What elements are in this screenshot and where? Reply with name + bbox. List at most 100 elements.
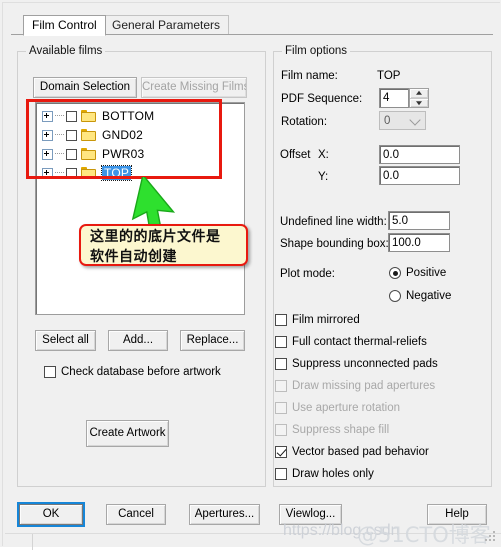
film-mirrored-label: Film mirrored (292, 314, 360, 326)
offset-x-label: X: (318, 149, 329, 161)
tree-item-label: GND02 (102, 128, 144, 142)
tree-connector-icon (55, 172, 64, 174)
shape-bounding-box-label: Shape bounding box: (280, 238, 389, 250)
viewlog-button[interactable]: Viewlog... (279, 504, 342, 525)
vector-based-pad-behavior-checkbox[interactable] (275, 446, 287, 458)
vector-based-pad-behavior-row[interactable]: Vector based pad behavior (275, 444, 429, 460)
tree-item-pwr03[interactable]: PWR03 (42, 145, 144, 163)
folder-icon (81, 148, 96, 160)
pdf-sequence-label: PDF Sequence: (281, 93, 363, 105)
rotation-label: Rotation: (281, 116, 328, 128)
folder-icon (81, 167, 96, 179)
plot-mode-positive-radio[interactable] (389, 267, 401, 279)
film-name-value: TOP (377, 70, 401, 82)
draw-missing-pad-apertures-checkbox (275, 380, 287, 392)
tree-item-checkbox[interactable] (66, 129, 77, 141)
tree-item-top[interactable]: TOP (42, 164, 133, 182)
expand-plus-icon[interactable] (42, 110, 53, 122)
use-aperture-rotation-checkbox (275, 402, 287, 414)
film-options-title: Film options (282, 45, 350, 57)
spinner-up-button[interactable] (410, 89, 428, 99)
chevron-down-icon (409, 114, 421, 126)
replace-button[interactable]: Replace... (180, 330, 245, 351)
folder-icon (81, 110, 96, 122)
annotation-callout: 这里的的底片文件是 软件自动创建 (79, 224, 248, 266)
film-mirrored-checkbox[interactable] (275, 314, 287, 326)
draw-holes-only-row[interactable]: Draw holes only (275, 466, 374, 482)
suppress-unconnected-pads-row[interactable]: Suppress unconnected pads (275, 356, 438, 372)
check-database-checkbox[interactable] (44, 366, 56, 378)
create-artwork-button[interactable]: Create Artwork (86, 420, 169, 447)
plot-mode-positive-label: Positive (406, 267, 447, 279)
annotation-callout-line1: 这里的的底片文件是 (90, 229, 221, 245)
add-button[interactable]: Add... (108, 330, 168, 351)
tree-connector-icon (55, 153, 64, 155)
tab-film-control[interactable]: Film Control (23, 15, 106, 36)
draw-missing-pad-apertures-label: Draw missing pad apertures (292, 380, 436, 392)
help-button[interactable]: Help (427, 504, 487, 525)
draw-holes-only-checkbox[interactable] (275, 468, 287, 480)
plot-mode-positive-radio-row[interactable]: Positive (389, 265, 446, 281)
select-all-button[interactable]: Select all (35, 330, 96, 351)
suppress-shape-fill-checkbox (275, 424, 287, 436)
draw-holes-only-label: Draw holes only (292, 468, 374, 480)
full-contact-thermal-reliefs-row[interactable]: Full contact thermal-reliefs (275, 334, 427, 350)
pdf-sequence-input[interactable]: 4 (379, 88, 409, 108)
draw-missing-pad-apertures-row: Draw missing pad apertures (275, 378, 435, 394)
arrow-down-icon (416, 100, 422, 105)
vector-based-pad-behavior-label: Vector based pad behavior (292, 446, 429, 458)
undefined-line-width-label: Undefined line width: (280, 216, 387, 228)
tree-connector-icon (55, 115, 64, 117)
domain-selection-button[interactable]: Domain Selection (33, 77, 137, 98)
use-aperture-rotation-row: Use aperture rotation (275, 400, 400, 416)
tab-strip: General Parameters Film Control (11, 15, 493, 36)
tab-general-parameters[interactable]: General Parameters (103, 15, 230, 35)
available-films-title: Available films (26, 45, 106, 57)
plot-mode-negative-radio-row[interactable]: Negative (389, 288, 451, 304)
footer-divider (5, 533, 501, 534)
spinner-down-button[interactable] (410, 99, 428, 108)
resize-grip-icon[interactable] (485, 531, 497, 543)
tree-item-label: BOTTOM (102, 109, 155, 123)
film-control-dialog: General Parameters Film Control Availabl… (0, 0, 501, 550)
tree-item-gnd02[interactable]: GND02 (42, 126, 143, 144)
suppress-shape-fill-row: Suppress shape fill (275, 422, 389, 438)
suppress-shape-fill-label: Suppress shape fill (292, 424, 390, 436)
shape-bounding-box-input[interactable]: 100.0 (388, 233, 450, 252)
offset-x-input[interactable]: 0.0 (379, 145, 460, 164)
tree-item-checkbox[interactable] (66, 167, 77, 179)
tree-item-checkbox[interactable] (66, 148, 77, 160)
expand-plus-icon[interactable] (42, 167, 53, 179)
undefined-line-width-input[interactable]: 5.0 (388, 211, 450, 230)
plot-mode-label: Plot mode: (280, 268, 335, 280)
expand-plus-icon[interactable] (42, 148, 53, 160)
cancel-button[interactable]: Cancel (106, 504, 166, 525)
offset-y-label: Y: (318, 171, 329, 183)
apertures-button[interactable]: Apertures... (189, 504, 260, 525)
suppress-unconnected-pads-label: Suppress unconnected pads (292, 358, 438, 370)
rotation-combobox: 0 (379, 111, 426, 130)
arrow-up-icon (416, 91, 422, 96)
folder-icon (81, 129, 96, 141)
ok-button[interactable]: OK (17, 502, 85, 527)
full-contact-thermal-reliefs-label: Full contact thermal-reliefs (292, 336, 427, 348)
pdf-sequence-spinner[interactable] (409, 88, 429, 108)
rotation-value: 0 (384, 115, 391, 127)
status-bar-rail (32, 534, 33, 550)
expand-plus-icon[interactable] (42, 129, 53, 141)
tree-item-bottom[interactable]: BOTTOM (42, 107, 154, 125)
dialog-client-area: General Parameters Film Control Availabl… (2, 2, 501, 550)
suppress-unconnected-pads-checkbox[interactable] (275, 358, 287, 370)
check-database-before-artwork-row[interactable]: Check database before artwork (44, 364, 221, 380)
film-mirrored-row[interactable]: Film mirrored (275, 312, 360, 328)
tree-item-checkbox[interactable] (66, 110, 77, 122)
full-contact-thermal-reliefs-checkbox[interactable] (275, 336, 287, 348)
plot-mode-negative-label: Negative (406, 290, 452, 302)
plot-mode-negative-radio[interactable] (389, 290, 401, 302)
tree-item-label-selected: TOP (100, 165, 133, 181)
use-aperture-rotation-label: Use aperture rotation (292, 402, 401, 414)
tree-item-label: PWR03 (102, 147, 145, 161)
tree-connector-icon (55, 134, 64, 136)
create-missing-films-button: Create Missing Films (141, 77, 247, 98)
offset-y-input[interactable]: 0.0 (379, 166, 460, 185)
